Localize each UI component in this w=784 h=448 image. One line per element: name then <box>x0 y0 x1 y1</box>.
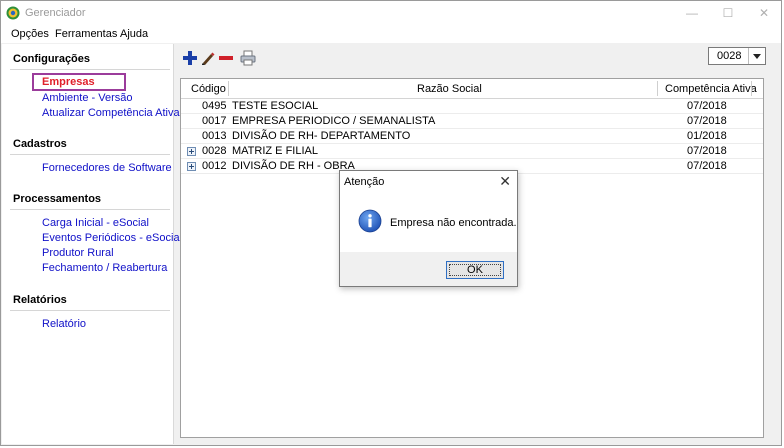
table-row[interactable]: 0017 EMPRESA PERIODICO / SEMANALISTA 07/… <box>181 114 763 129</box>
maximize-button[interactable]: ☐ <box>713 3 743 23</box>
main-window: Gerenciador — ☐ ✕ Opções Ferramentas Aju… <box>0 0 782 446</box>
cell-codigo: 0017 <box>202 115 227 127</box>
section-divider <box>10 69 170 70</box>
column-header-codigo[interactable]: Código <box>191 83 226 95</box>
info-icon <box>358 209 382 233</box>
chevron-down-icon[interactable] <box>748 48 765 64</box>
cell-razao-social: TESTE ESOCIAL <box>232 100 319 112</box>
sidebar-item-fornecedores[interactable]: Fornecedores de Software <box>42 162 172 174</box>
company-select[interactable]: 0028 <box>708 47 766 65</box>
section-divider <box>10 209 170 210</box>
cell-competencia: 07/2018 <box>687 145 727 157</box>
ok-button-label: OK <box>449 264 501 276</box>
table-header: Código Razão Social Competência Ativa <box>181 79 763 99</box>
table-row[interactable]: 0028 MATRIZ E FILIAL 07/2018 <box>181 144 763 159</box>
section-divider <box>10 154 170 155</box>
sidebar-item-fechamento[interactable]: Fechamento / Reabertura <box>42 262 167 274</box>
column-separator[interactable] <box>657 81 658 96</box>
section-relatorios: Relatórios <box>13 294 67 306</box>
remove-icon[interactable] <box>218 50 234 66</box>
menu-bar: Opções Ferramentas Ajuda <box>1 25 781 43</box>
cell-competencia: 07/2018 <box>687 115 727 127</box>
cell-razao-social: MATRIZ E FILIAL <box>232 145 318 157</box>
menu-ajuda[interactable]: Ajuda <box>120 28 148 40</box>
sidebar-item-ambiente-versao[interactable]: Ambiente - Versão <box>42 92 133 104</box>
cell-codigo: 0495 <box>202 100 227 112</box>
cell-codigo: 0013 <box>202 130 227 142</box>
column-separator[interactable] <box>228 81 229 96</box>
menu-ferramentas[interactable]: Ferramentas <box>55 28 117 40</box>
cell-razao-social: DIVISÃO DE RH - OBRA <box>232 160 355 172</box>
sidebar-item-carga-inicial[interactable]: Carga Inicial - eSocial <box>42 217 149 229</box>
sidebar-item-relatorio[interactable]: Relatório <box>42 318 86 330</box>
window-title: Gerenciador <box>25 7 86 19</box>
cell-competencia: 07/2018 <box>687 160 727 172</box>
column-separator[interactable] <box>751 81 752 96</box>
close-button[interactable]: ✕ <box>749 3 779 23</box>
app-logo-icon <box>6 6 20 20</box>
sidebar: Configurações Empresas Ambiente - Versão… <box>2 44 182 444</box>
menu-opcoes[interactable]: Opções <box>11 28 49 40</box>
cell-codigo: 0028 <box>202 145 227 157</box>
print-icon[interactable] <box>240 50 256 66</box>
cell-razao-social: DIVISÃO DE RH- DEPARTAMENTO <box>232 130 411 142</box>
title-bar: Gerenciador — ☐ ✕ <box>1 1 781 25</box>
cell-competencia: 01/2018 <box>687 130 727 142</box>
column-header-competencia[interactable]: Competência Ativa <box>665 83 757 95</box>
ok-button[interactable]: OK <box>446 261 504 279</box>
add-icon[interactable] <box>182 50 198 66</box>
column-header-razao-social[interactable]: Razão Social <box>417 83 482 95</box>
dialog-title: Atenção <box>344 176 385 188</box>
table-row[interactable]: 0013 DIVISÃO DE RH- DEPARTAMENTO 01/2018 <box>181 129 763 144</box>
close-icon[interactable]: ✕ <box>499 173 511 190</box>
dialog-title-bar: Atenção ✕ <box>340 171 517 193</box>
section-cadastros: Cadastros <box>13 138 67 150</box>
dialog-body: Empresa não encontrada. <box>340 193 517 252</box>
sidebar-item-produtor-rural[interactable]: Produtor Rural <box>42 247 114 259</box>
dialog-message: Empresa não encontrada. <box>390 217 517 229</box>
cell-competencia: 07/2018 <box>687 100 727 112</box>
cell-razao-social: EMPRESA PERIODICO / SEMANALISTA <box>232 115 436 127</box>
expand-icon[interactable] <box>187 147 196 156</box>
alert-dialog: Atenção ✕ Empresa não encontrada. OK <box>339 170 518 287</box>
section-configuracoes: Configurações <box>13 53 91 65</box>
sidebar-item-atualizar-competencia[interactable]: Atualizar Competência Ativa <box>42 107 180 119</box>
edit-icon[interactable] <box>200 50 216 66</box>
section-divider <box>10 310 170 311</box>
sidebar-item-empresas[interactable]: Empresas <box>42 76 95 88</box>
cell-codigo: 0012 <box>202 160 227 172</box>
company-select-value: 0028 <box>717 50 742 62</box>
table-row[interactable]: 0495 TESTE ESOCIAL 07/2018 <box>181 99 763 114</box>
sidebar-item-eventos-periodicos[interactable]: Eventos Periódicos - eSocial <box>42 232 182 244</box>
minimize-button[interactable]: — <box>677 3 707 23</box>
section-processamentos: Processamentos <box>13 193 102 205</box>
expand-icon[interactable] <box>187 162 196 171</box>
